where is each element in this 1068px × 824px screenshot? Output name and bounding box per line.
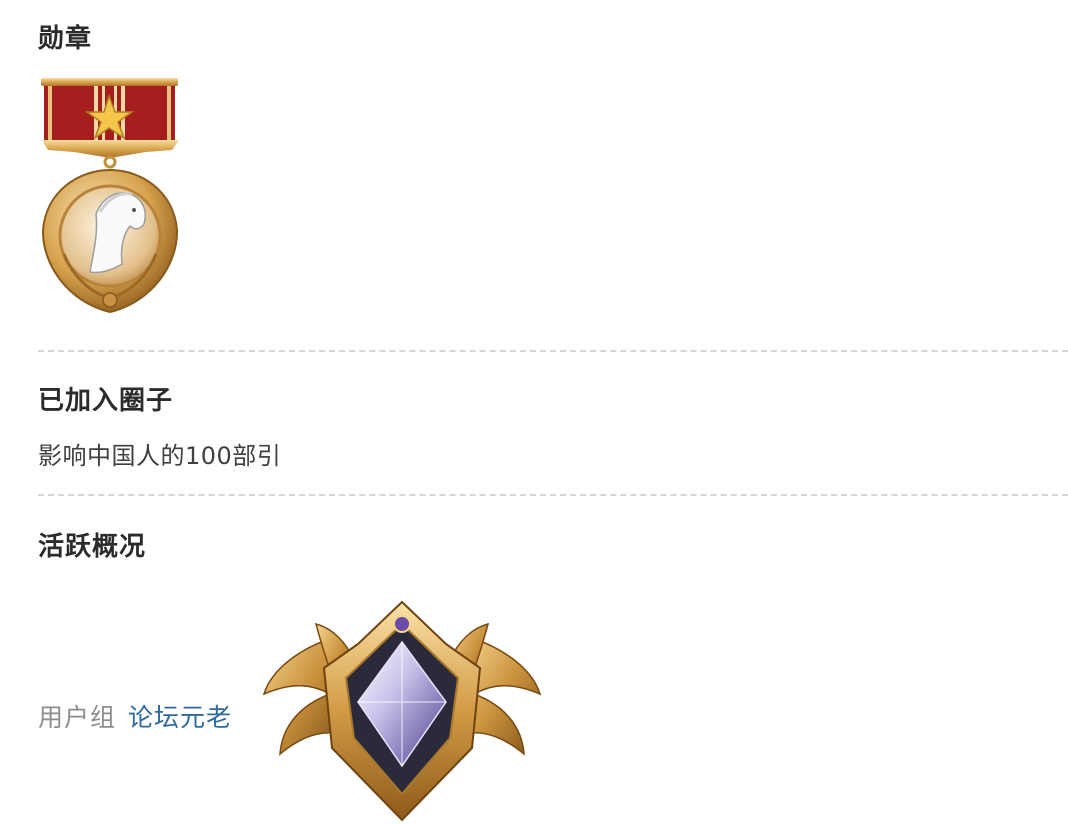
user-group-label: 用户组 <box>38 703 117 732</box>
section-divider <box>38 350 1068 352</box>
activity-section-title: 活跃概况 <box>38 532 147 562</box>
joined-circle-item[interactable]: 影响中国人的100部引 <box>38 436 281 471</box>
horse-medal-icon[interactable] <box>38 74 183 316</box>
medals-section-title: 勋章 <box>38 24 93 54</box>
rank-badge-icon <box>262 600 542 822</box>
circles-section-title: 已加入圈子 <box>38 386 174 416</box>
user-group-value-link[interactable]: 论坛元老 <box>128 703 232 732</box>
user-group-row: 用户组 论坛元老 <box>38 698 232 734</box>
section-divider <box>38 494 1068 496</box>
